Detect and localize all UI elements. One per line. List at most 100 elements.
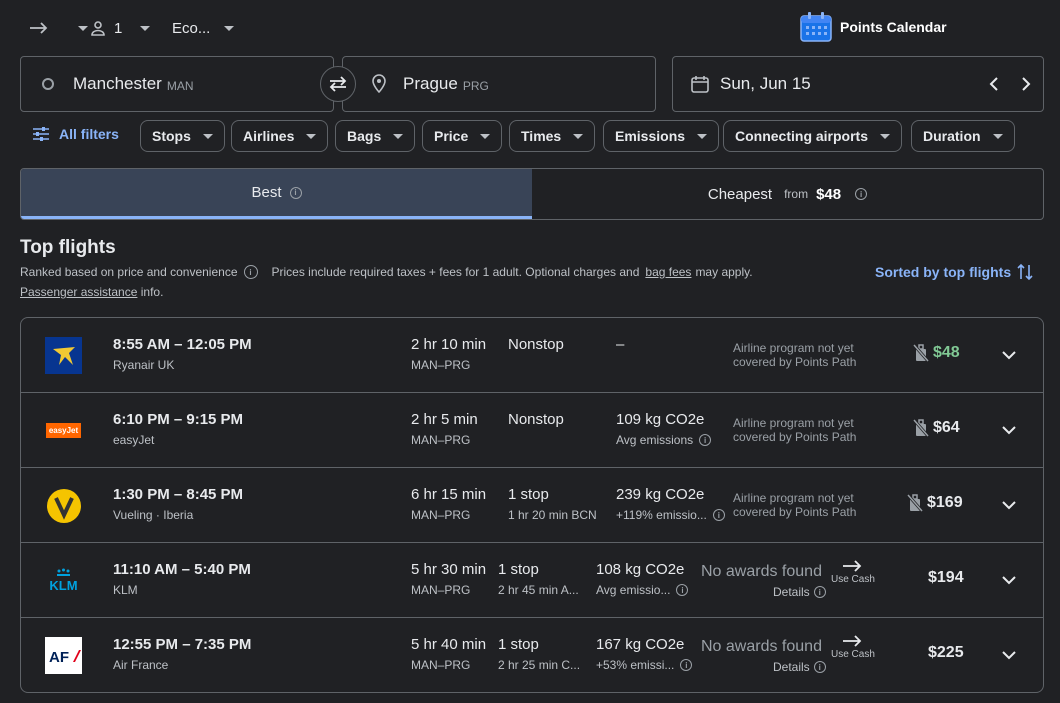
- dest-city: Prague: [403, 74, 458, 93]
- chevron-down-icon: [992, 133, 1003, 139]
- filter-stops[interactable]: Stops: [140, 120, 225, 152]
- chip-label: Duration: [923, 128, 981, 144]
- arrow-right-icon: [842, 635, 862, 647]
- flight-row[interactable]: KLM 11:10 AM – 5:40 PM KLM 5 hr 30 min M…: [21, 543, 1043, 618]
- passenger-select[interactable]: 1: [90, 18, 151, 38]
- section-subtitle-2: Passenger assistance info.: [20, 285, 163, 299]
- previous-date-button[interactable]: [982, 72, 1006, 96]
- price-value: $225: [928, 644, 964, 661]
- chevron-down-icon: [224, 25, 235, 31]
- airline-name: easyJet: [113, 433, 155, 447]
- co2-value: 167 kg CO2e: [596, 636, 685, 653]
- info-icon[interactable]: i: [680, 659, 693, 671]
- trip-type-select[interactable]: [30, 18, 88, 38]
- flight-route: MAN–PRG: [411, 358, 471, 372]
- flight-route: MAN–PRG: [411, 433, 471, 447]
- emissions-label: Avg emissions: [616, 433, 694, 447]
- calendar-icon: [800, 12, 832, 42]
- chip-label: Connecting airports: [735, 128, 869, 144]
- flight-stops: 1 stop: [498, 636, 539, 653]
- filter-times[interactable]: Times: [509, 120, 596, 152]
- from-label: from: [784, 187, 809, 201]
- chevron-down-icon: [202, 133, 213, 139]
- tab-cheapest-label: Cheapest: [707, 185, 773, 203]
- chevron-down-icon: [393, 133, 404, 139]
- flight-route: MAN–PRG: [411, 508, 471, 522]
- info-icon[interactable]: i: [676, 584, 689, 596]
- use-cash-button[interactable]: Use Cash: [831, 559, 875, 585]
- details-link[interactable]: Details i: [773, 660, 826, 674]
- expand-chevron-icon[interactable]: [1001, 347, 1017, 363]
- passenger-assistance-link[interactable]: Passenger assistance: [20, 285, 137, 299]
- chip-label: Stops: [152, 128, 191, 144]
- filter-connecting-airports[interactable]: Connecting airports: [723, 120, 903, 152]
- bag-fees-link[interactable]: bag fees: [645, 265, 691, 279]
- section-title: Top flights: [20, 237, 116, 258]
- info-text: info.: [140, 285, 164, 299]
- filter-price[interactable]: Price: [422, 120, 503, 152]
- expand-chevron-icon[interactable]: [1001, 572, 1017, 588]
- info-icon[interactable]: i: [289, 186, 302, 199]
- airline-name: Ryanair UK: [113, 358, 175, 372]
- all-filters-label: All filters: [59, 126, 119, 142]
- flight-stops: 1 stop: [508, 486, 549, 503]
- destination-field[interactable]: Prague PRG: [342, 56, 656, 112]
- flight-price: $225: [928, 644, 964, 662]
- info-icon[interactable]: i: [699, 434, 712, 446]
- use-cash-label: Use Cash: [831, 649, 875, 660]
- flight-row[interactable]: 8:55 AM – 12:05 PM Ryanair UK 2 hr 10 mi…: [21, 318, 1043, 393]
- expand-chevron-icon[interactable]: [1001, 422, 1017, 438]
- flight-times: 8:55 AM – 12:05 PM: [113, 336, 252, 353]
- price-value: $169: [927, 494, 963, 511]
- points-program-note: Airline program not yet covered by Point…: [733, 416, 857, 444]
- chevron-down-icon: [697, 133, 708, 139]
- chip-label: Price: [434, 128, 469, 144]
- co2-value: 109 kg CO2e: [616, 411, 705, 428]
- flight-row[interactable]: 1:30 PM – 8:45 PM Vueling · Iberia 6 hr …: [21, 468, 1043, 543]
- co2-value: –: [616, 336, 625, 353]
- cheapest-price: $48: [816, 185, 842, 203]
- details-label: Details: [773, 585, 810, 599]
- filter-airlines[interactable]: Airlines: [231, 120, 329, 152]
- price-value: $194: [928, 569, 964, 586]
- passenger-count: 1: [114, 19, 123, 37]
- origin-city: Manchester: [73, 74, 162, 93]
- details-link[interactable]: Details i: [773, 585, 826, 599]
- stop-detail: 1 hr 20 min BCN: [508, 508, 597, 522]
- flight-times: 1:30 PM – 8:45 PM: [113, 486, 244, 503]
- no-bag-icon: [907, 494, 923, 512]
- flight-route: MAN–PRG: [411, 658, 471, 672]
- next-date-button[interactable]: [1014, 72, 1038, 96]
- cabin-select[interactable]: Eco...: [172, 18, 235, 38]
- info-icon[interactable]: i: [243, 265, 258, 279]
- sort-tabs: Best i Cheapest from $48 i: [20, 168, 1044, 220]
- sort-button[interactable]: Sorted by top flights: [875, 263, 1033, 281]
- emissions-note: +53% emissi... i: [596, 658, 693, 672]
- flight-row[interactable]: easyJet 6:10 PM – 9:15 PM easyJet 2 hr 5…: [21, 393, 1043, 468]
- points-calendar-button[interactable]: Points Calendar: [800, 12, 947, 42]
- use-cash-button[interactable]: Use Cash: [831, 634, 875, 660]
- stop-detail: 2 hr 45 min A...: [498, 583, 579, 597]
- origin-field[interactable]: Manchester MAN: [20, 56, 334, 112]
- filter-emissions[interactable]: Emissions: [603, 120, 720, 152]
- chevron-down-icon: [480, 133, 491, 139]
- all-filters-button[interactable]: All filters: [33, 126, 119, 142]
- flight-row[interactable]: AF 12:55 PM – 7:35 PM Air France 5 hr 40…: [21, 618, 1043, 692]
- emissions-label: +53% emissi...: [596, 658, 675, 672]
- info-icon[interactable]: i: [712, 509, 725, 521]
- tab-cheapest[interactable]: Cheapest from $48 i: [532, 169, 1043, 219]
- info-icon[interactable]: i: [855, 188, 868, 200]
- flight-price: $194: [928, 569, 964, 587]
- tab-best[interactable]: Best i: [21, 169, 532, 219]
- filter-duration[interactable]: Duration: [911, 120, 1015, 152]
- emissions-label: Avg emissio...: [596, 583, 671, 597]
- expand-chevron-icon[interactable]: [1001, 497, 1017, 513]
- tune-icon: [33, 127, 49, 141]
- arrow-right-icon: [30, 22, 48, 34]
- chevron-left-icon: [989, 77, 998, 91]
- swap-button[interactable]: [320, 66, 356, 102]
- filter-bags[interactable]: Bags: [335, 120, 416, 152]
- expand-chevron-icon[interactable]: [1001, 647, 1017, 663]
- swap-icon: [329, 76, 347, 92]
- emissions-note: +119% emissio... i: [616, 508, 725, 522]
